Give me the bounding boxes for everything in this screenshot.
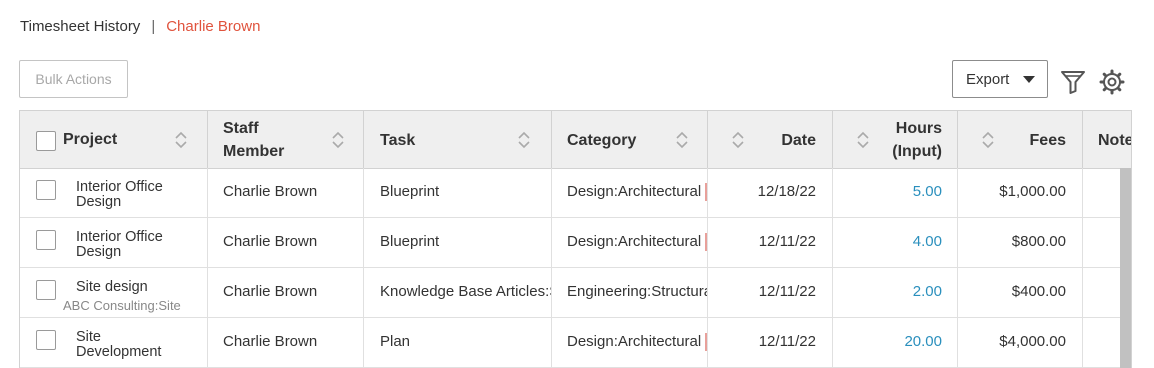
header-label-notes: Notes (1098, 132, 1131, 149)
cell-fees: $1,000.00 (958, 168, 1083, 217)
breadcrumb: Timesheet History | Charlie Brown (20, 18, 260, 35)
row-checkbox[interactable] (36, 230, 56, 250)
table-row[interactable]: Site design ABC Consulting:Site Charlie … (20, 268, 1131, 318)
breadcrumb-current: Charlie Brown (166, 18, 261, 35)
cell-task: Blueprint (364, 168, 552, 217)
row-checkbox[interactable] (36, 180, 56, 200)
sort-icon[interactable] (518, 131, 530, 149)
filter-icon[interactable] (1060, 69, 1086, 95)
breadcrumb-separator: | (151, 18, 156, 35)
cell-hours: 20.00 (833, 318, 958, 367)
hours-link[interactable]: 5.00 (913, 183, 942, 200)
breadcrumb-root[interactable]: Timesheet History (20, 18, 140, 35)
select-all-checkbox[interactable] (36, 131, 56, 151)
cell-hours: 2.00 (833, 268, 958, 317)
cell-category: Design:Architectural (552, 318, 708, 367)
header-label-hours: Hours (895, 120, 942, 137)
cell-fees: $4,000.00 (958, 318, 1083, 367)
cell-date: 12/11/22 (708, 318, 833, 367)
category-color-marker (705, 333, 707, 351)
sort-icon[interactable] (857, 131, 869, 149)
cell-project: Interior Office Design (20, 168, 208, 217)
row-checkbox[interactable] (36, 330, 56, 350)
cell-project: Site design ABC Consulting:Site (20, 268, 208, 317)
sort-icon[interactable] (676, 131, 688, 149)
row-checkbox[interactable] (36, 280, 56, 300)
category-color-marker (705, 233, 707, 251)
column-header-task[interactable]: Task (364, 111, 552, 168)
cell-task: Knowledge Base Articles:S (364, 268, 552, 317)
category-color-marker (705, 183, 707, 201)
gear-icon[interactable] (1099, 69, 1125, 95)
table-header: Project Staff Member Task Category Date … (20, 111, 1131, 169)
hours-link[interactable]: 20.00 (904, 333, 942, 350)
header-label-task: Task (380, 132, 416, 149)
cell-hours: 4.00 (833, 218, 958, 267)
cell-task: Blueprint (364, 218, 552, 267)
export-label: Export (966, 70, 1010, 88)
chevron-down-icon (1023, 75, 1036, 83)
vertical-scrollbar[interactable] (1120, 168, 1131, 368)
export-dropdown[interactable]: Export (952, 60, 1048, 98)
sort-icon[interactable] (732, 131, 744, 149)
cell-staff: Charlie Brown (208, 318, 364, 367)
timesheet-table: Project Staff Member Task Category Date … (19, 110, 1132, 368)
cell-fees: $400.00 (958, 268, 1083, 317)
cell-hours: 5.00 (833, 168, 958, 217)
column-header-notes[interactable]: Notes (1083, 111, 1131, 168)
cell-task: Plan (364, 318, 552, 367)
table-row[interactable]: Interior Office Design Charlie Brown Blue… (20, 168, 1131, 218)
cell-staff: Charlie Brown (208, 168, 364, 217)
cell-category: Design:Architectural (552, 168, 708, 217)
project-name[interactable]: Interior Office Design (76, 230, 186, 260)
header-label-category: Category (567, 132, 637, 149)
cell-date: 12/11/22 (708, 218, 833, 267)
table-row[interactable]: Site Development Charlie Brown Plan Desig… (20, 318, 1131, 368)
column-header-category[interactable]: Category (552, 111, 708, 168)
header-label-input: (Input) (892, 143, 942, 160)
header-label-staff: Staff (223, 120, 259, 137)
cell-staff: Charlie Brown (208, 218, 364, 267)
table-row[interactable]: Interior Office Design Charlie Brown Blue… (20, 218, 1131, 268)
column-header-fees[interactable]: Fees (958, 111, 1083, 168)
hours-link[interactable]: 2.00 (913, 283, 942, 300)
sort-icon[interactable] (175, 131, 187, 149)
project-name[interactable]: Site design (76, 280, 186, 295)
cell-project: Interior Office Design (20, 218, 208, 267)
cell-fees: $800.00 (958, 218, 1083, 267)
cell-staff: Charlie Brown (208, 268, 364, 317)
cell-category: Engineering:Structura (552, 268, 708, 317)
column-header-hours[interactable]: Hours (Input) (833, 111, 958, 168)
project-name[interactable]: Site Development (76, 330, 186, 360)
cell-date: 12/18/22 (708, 168, 833, 217)
column-header-staff-member[interactable]: Staff Member (208, 111, 364, 168)
cell-date: 12/11/22 (708, 268, 833, 317)
header-label-member: Member (223, 143, 285, 160)
project-client: ABC Consulting:Site (63, 298, 181, 313)
hours-link[interactable]: 4.00 (913, 233, 942, 250)
column-header-date[interactable]: Date (708, 111, 833, 168)
project-name[interactable]: Interior Office Design (76, 180, 186, 210)
header-label-date: Date (781, 132, 816, 149)
sort-icon[interactable] (332, 131, 344, 149)
header-label-fees: Fees (1029, 132, 1066, 149)
column-header-project[interactable]: Project (20, 111, 208, 168)
cell-category: Design:Architectural (552, 218, 708, 267)
cell-project: Site Development (20, 318, 208, 367)
sort-icon[interactable] (982, 131, 994, 149)
bulk-actions-button[interactable]: Bulk Actions (19, 60, 128, 98)
header-label-project: Project (63, 131, 118, 148)
